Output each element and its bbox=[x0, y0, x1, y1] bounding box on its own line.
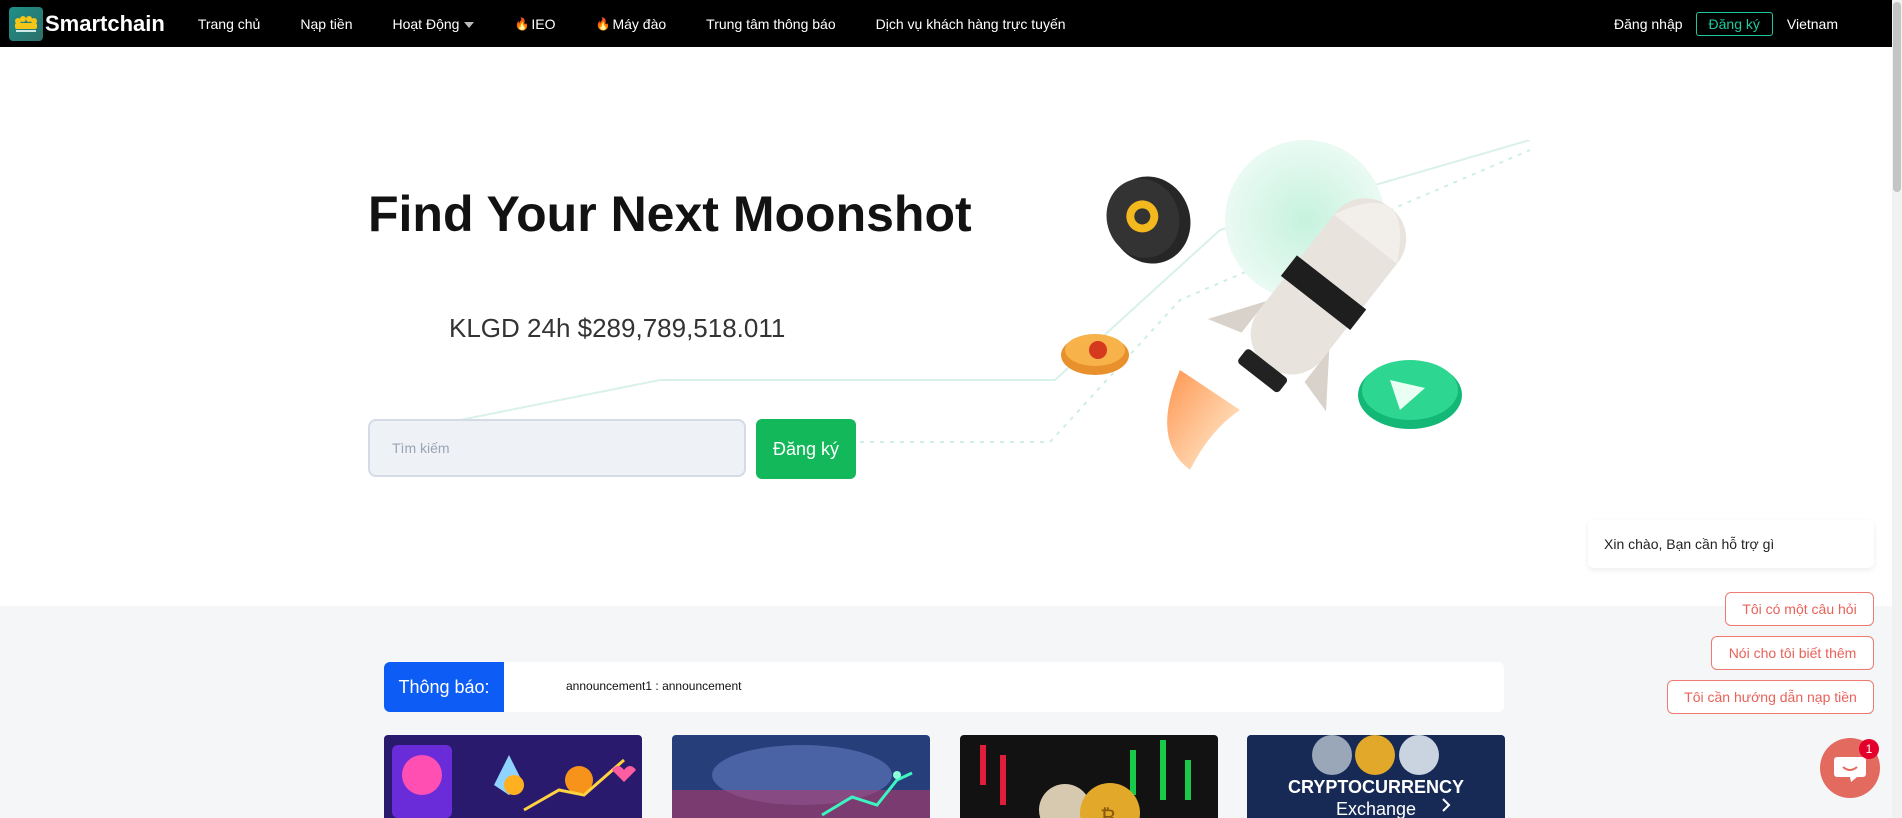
hero-title: Find Your Next Moonshot bbox=[368, 186, 972, 242]
brand-logo-icon bbox=[9, 6, 43, 41]
announcement-text[interactable]: announcement1 : announcement bbox=[566, 679, 741, 693]
search-input[interactable] bbox=[368, 419, 746, 477]
nav-account-area: Đăng nhập Đăng ký Vietnam bbox=[1614, 0, 1892, 47]
market-chart-image bbox=[672, 735, 930, 818]
nav-item-deposit[interactable]: Nạp tiền bbox=[300, 16, 352, 32]
nav-item-home[interactable]: Trang chủ bbox=[198, 16, 261, 32]
svg-text:₿: ₿ bbox=[1100, 805, 1116, 818]
brand-logo[interactable]: Smartchain bbox=[9, 6, 165, 41]
register-button[interactable]: Đăng ký bbox=[1695, 11, 1773, 36]
news-card-2[interactable] bbox=[672, 735, 930, 818]
news-card-3[interactable]: ₿ bbox=[960, 735, 1218, 818]
fire-icon: 🔥 bbox=[595, 16, 611, 31]
nav-item-notifications[interactable]: Trung tâm thông báo bbox=[706, 16, 835, 32]
news-card-4[interactable]: CRYPTOCURRENCY Exchange bbox=[1247, 735, 1505, 818]
top-navbar: Smartchain Trang chủ Nạp tiền Hoạt Động … bbox=[0, 0, 1892, 47]
hero-register-button[interactable]: Đăng ký bbox=[756, 419, 856, 479]
chat-option-question[interactable]: Tôi có một câu hỏi bbox=[1725, 592, 1874, 626]
coins-chart-image: ₿ bbox=[960, 735, 1218, 818]
caret-down-icon bbox=[464, 21, 475, 28]
login-link[interactable]: Đăng nhập bbox=[1614, 16, 1683, 32]
nav-item-activity-label: Hoạt Động bbox=[392, 15, 460, 32]
card-caption-subtitle: Exchange bbox=[1336, 799, 1416, 818]
main-menu: Trang chủ Nạp tiền Hoạt Động 🔥 IEO 🔥 Máy… bbox=[198, 16, 1106, 32]
news-card-1[interactable] bbox=[384, 735, 642, 818]
volume-24h: KLGD 24h $289,789,518.011 bbox=[449, 313, 786, 343]
scrollbar-thumb[interactable] bbox=[1893, 2, 1901, 192]
language-selector[interactable]: Vietnam bbox=[1787, 16, 1838, 32]
nav-item-activity[interactable]: Hoạt Động bbox=[393, 16, 475, 32]
chat-icon bbox=[1834, 757, 1866, 782]
cryptocurrency-exchange-image: CRYPTOCURRENCY Exchange bbox=[1247, 735, 1505, 818]
fire-icon: 🔥 bbox=[514, 16, 530, 31]
chat-notification-badge: 1 bbox=[1859, 739, 1879, 759]
chat-greeting: Xin chào, Bạn cần hỗ trợ gì bbox=[1588, 520, 1874, 568]
nav-item-support[interactable]: Dịch vụ khách hàng trực tuyến bbox=[876, 16, 1066, 32]
rocket-illustration bbox=[1061, 140, 1462, 470]
announcement-bar[interactable]: Thông báo: announcement1 : announcement bbox=[384, 662, 1504, 712]
nav-item-ieo[interactable]: 🔥 IEO bbox=[514, 16, 555, 32]
announcement-label: Thông báo: bbox=[384, 662, 504, 712]
nav-item-mining-label: Máy đào bbox=[612, 15, 667, 32]
crypto-neon-image bbox=[384, 735, 642, 818]
chat-option-deposit-guide[interactable]: Tôi cần hướng dẫn nạp tiền bbox=[1667, 680, 1874, 714]
chat-option-tell-more[interactable]: Nói cho tôi biết thêm bbox=[1711, 636, 1874, 670]
content-section bbox=[0, 606, 1892, 818]
card-caption-title: CRYPTOCURRENCY bbox=[1288, 777, 1464, 797]
nav-item-ieo-label: IEO bbox=[531, 15, 556, 32]
brand-name: Smartchain bbox=[45, 10, 165, 36]
nav-item-mining[interactable]: 🔥 Máy đào bbox=[596, 16, 667, 32]
page-scrollbar[interactable] bbox=[1892, 0, 1902, 818]
